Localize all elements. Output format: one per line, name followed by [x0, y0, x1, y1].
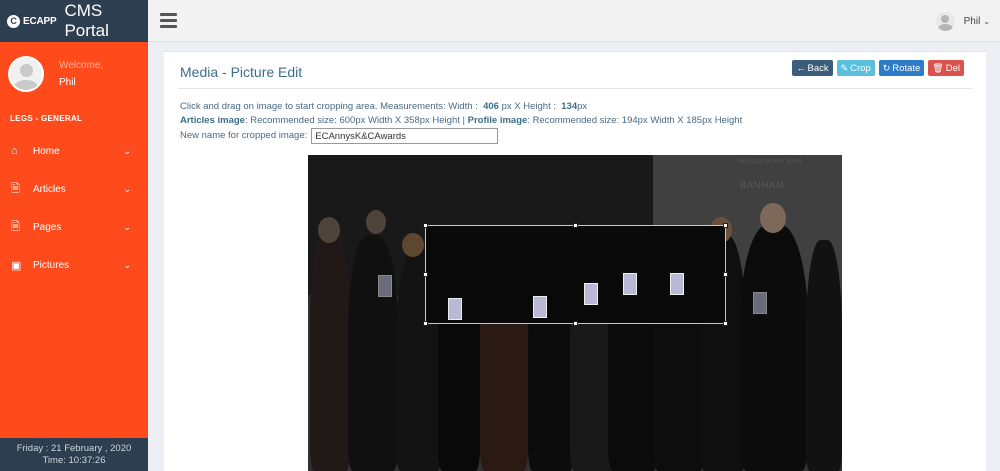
articles-label: Articles image [180, 115, 245, 126]
toolbar: ← Back ✎ Crop ↻ Rotate 🗑 Del [792, 60, 964, 76]
welcome-text: Welcome, [59, 60, 104, 71]
crop-dim-top [308, 155, 842, 225]
height-unit: px [577, 101, 588, 112]
clock-panel: Friday : 21 February , 2020 Time: 10:37:… [0, 438, 148, 471]
measure-prefix: Click and drag on image to start croppin… [180, 101, 478, 112]
sidebar-item-label: Pages [33, 221, 62, 233]
chevron-down-icon: ⌄ [123, 221, 131, 232]
crop-dim-left [308, 225, 425, 324]
sidebar-item-articles[interactable]: 🗎 Articles ⌄ [0, 170, 148, 208]
crop-selection[interactable] [423, 223, 728, 326]
crop-info: Click and drag on image to start croppin… [180, 100, 986, 144]
menu-toggle-icon[interactable] [160, 13, 177, 31]
chevron-down-icon: ⌄ [983, 17, 990, 26]
user-menu-name: Phil [963, 16, 981, 27]
clock-time: Time: 10:37:26 [42, 455, 106, 466]
sidebar-item-pages[interactable]: 🗎 Pages ⌄ [0, 208, 148, 246]
box-header: Media - Picture Edit ← Back ✎ Crop ↻ Rot… [178, 52, 972, 89]
chevron-down-icon: ⌄ [123, 145, 131, 156]
measurements-line: Click and drag on image to start croppin… [180, 100, 986, 114]
award-trophy [584, 283, 598, 305]
sidebar-item-pictures[interactable]: ▣ Pictures ⌄ [0, 246, 148, 284]
rotate-label: Rotate [892, 62, 921, 74]
user-panel: Welcome, Phil [0, 42, 148, 106]
sidebar-item-home[interactable]: ⌂ Home ⌄ [0, 132, 148, 170]
crop-handle-se[interactable] [723, 321, 728, 326]
crop-dim-bottom [308, 324, 842, 471]
chevron-down-icon: ⌄ [123, 259, 131, 270]
height-value: 134 [561, 101, 578, 112]
avatar [935, 12, 955, 31]
award-trophy [448, 298, 462, 320]
crop-label: Crop [850, 62, 871, 74]
sidebar-item-label: Home [33, 145, 60, 157]
back-button[interactable]: ← Back [792, 60, 833, 76]
refresh-icon: ↻ [882, 62, 891, 73]
crop-handle-nw[interactable] [423, 223, 428, 228]
crop-handle-n[interactable] [573, 223, 578, 228]
app-name[interactable]: CMS Portal [64, 1, 148, 41]
award-trophy [670, 273, 684, 295]
chevron-down-icon: ⌄ [123, 183, 131, 194]
width-value: 406 [483, 101, 499, 112]
articles-text: : Recommended size: 600px Width X 358px … [244, 115, 465, 126]
image-icon: ▣ [11, 259, 22, 272]
file-icon: 🗎 [11, 220, 20, 233]
sidebar-item-label: Pictures [33, 259, 70, 271]
delete-button[interactable]: 🗑 Del [928, 60, 964, 76]
crop-handle-sw[interactable] [423, 321, 428, 326]
back-label: Back [807, 62, 829, 74]
trash-icon: 🗑 [932, 62, 944, 73]
profile-label: Profile image [467, 115, 528, 126]
page-title: Media - Picture Edit [180, 64, 303, 80]
arrow-left-icon: ← [796, 63, 806, 73]
sidebar-menu: ⌂ Home ⌄ 🗎 Articles ⌄ 🗎 Pages ⌄ ▣ Pictur… [0, 132, 148, 284]
crop-button[interactable]: ✎ Crop [836, 60, 875, 76]
logo-icon: C [7, 14, 20, 28]
logo-text: ECAPP [23, 15, 57, 27]
width-unit: px X Height : [501, 101, 556, 112]
size-hint-line: Articles image: Recommended size: 600px … [180, 114, 986, 128]
award-trophy [533, 296, 547, 318]
delete-label: Del [945, 62, 960, 74]
crop-handle-e[interactable] [723, 272, 728, 277]
award-trophy [623, 273, 637, 295]
sidebar: C ECAPP CMS Portal Welcome, Phil LEGS - … [0, 0, 148, 471]
profile-text: : Recommended size: 194px Width X 185px … [527, 115, 743, 126]
rotate-button[interactable]: ↻ Rotate [878, 60, 925, 76]
newname-row: New name for cropped image: [180, 128, 986, 144]
home-icon: ⌂ [11, 145, 18, 157]
file-icon: 🗎 [11, 182, 20, 195]
topbar: Phil ⌄ [148, 0, 1000, 42]
clock-date: Friday : 21 February , 2020 [16, 443, 132, 454]
user-menu[interactable]: Phil ⌄ [935, 12, 990, 31]
sidebar-item-label: Articles [33, 183, 66, 195]
section-label: LEGS - GENERAL [10, 114, 83, 123]
user-name: Phil [59, 77, 76, 88]
crop-dim-right [726, 225, 842, 324]
avatar [8, 56, 44, 92]
brand-logo[interactable]: C ECAPP [7, 14, 57, 28]
crop-handle-s[interactable] [573, 321, 578, 326]
crop-handle-ne[interactable] [723, 223, 728, 228]
crop-handle-w[interactable] [423, 272, 428, 277]
newname-label: New name for cropped image: [180, 130, 308, 141]
pencil-icon: ✎ [840, 62, 849, 73]
brand-bar: C ECAPP CMS Portal [0, 0, 148, 42]
newname-input[interactable] [311, 128, 499, 144]
